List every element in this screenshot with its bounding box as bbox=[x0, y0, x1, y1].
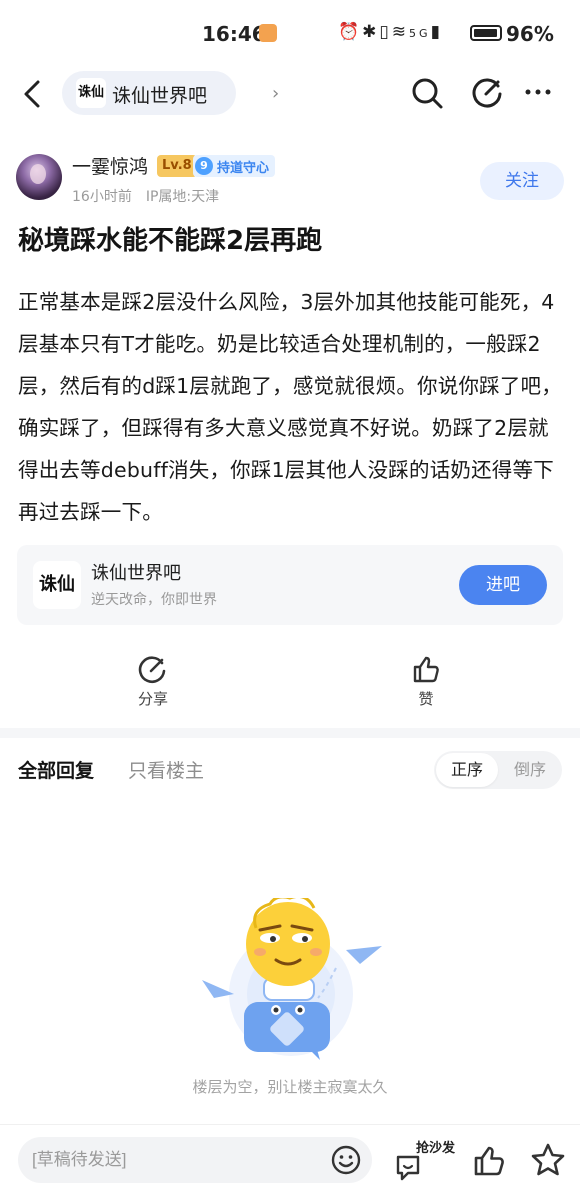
sort-desc-button[interactable]: 倒序 bbox=[500, 753, 560, 787]
grab-sofa-button[interactable]: 抢沙发 bbox=[394, 1137, 458, 1185]
forum-card-name: 诛仙世界吧 bbox=[91, 563, 181, 584]
empty-floor-illustration bbox=[202, 898, 382, 1060]
edit-icon[interactable] bbox=[472, 76, 504, 108]
post-actions: 分享 赞 bbox=[0, 650, 580, 716]
ip-location: IP属地:天津 bbox=[145, 189, 220, 205]
forum-pill[interactable]: 诛仙 诛仙世界吧 › bbox=[62, 71, 279, 115]
forum-name: 诛仙世界吧 bbox=[112, 85, 208, 107]
chevron-right-icon: › bbox=[272, 83, 280, 104]
author-name[interactable]: 一霎惊鸿 bbox=[72, 152, 148, 179]
like-label: 赞 bbox=[418, 690, 434, 708]
bottom-like-icon[interactable] bbox=[472, 1143, 506, 1177]
search-icon[interactable] bbox=[410, 76, 444, 110]
guard-badge: 9 持道守心 bbox=[193, 155, 275, 177]
back-icon[interactable] bbox=[18, 76, 48, 112]
avatar[interactable] bbox=[16, 154, 62, 200]
emoji-icon[interactable] bbox=[330, 1144, 362, 1176]
empty-state-text: 楼层为空，别让楼主寂寞太久 bbox=[192, 1078, 388, 1096]
top-nav: 诛仙 诛仙世界吧 › bbox=[0, 64, 580, 124]
status-icons: ⏰✱▯≋5G▮ bbox=[338, 22, 443, 42]
share-icon bbox=[138, 656, 166, 684]
tab-op-only[interactable]: 只看楼主 bbox=[128, 756, 204, 783]
sort-asc-button[interactable]: 正序 bbox=[436, 753, 498, 787]
post-title: 秘境踩水能不能踩2层再跑 bbox=[18, 226, 323, 256]
post-meta: 16小时前 IP属地:天津 bbox=[72, 186, 233, 206]
forum-card-logo: 诛仙 bbox=[33, 561, 81, 609]
signal-label: 5G bbox=[409, 27, 431, 40]
share-label: 分享 bbox=[137, 690, 168, 708]
shield-icon bbox=[259, 24, 277, 42]
thumbs-up-icon bbox=[413, 656, 439, 683]
guard-label: 持道守心 bbox=[217, 161, 270, 176]
vibrate-icon: ▯ bbox=[379, 22, 392, 42]
reply-input[interactable] bbox=[32, 1145, 322, 1175]
post-time: 16小时前 bbox=[72, 189, 132, 205]
reply-input-box[interactable] bbox=[18, 1137, 372, 1183]
sort-order-toggle: 正序 倒序 bbox=[434, 751, 562, 789]
battery-percent: 96% bbox=[506, 22, 554, 46]
signal-icon: ▮ bbox=[430, 22, 443, 42]
forum-card-slogan: 逆天改命，你即世界 bbox=[91, 592, 217, 608]
grab-sofa-label: 抢沙发 bbox=[416, 1141, 456, 1156]
bottom-bar: 抢沙发 bbox=[0, 1124, 580, 1196]
wifi-icon: ≋ bbox=[391, 22, 410, 42]
enter-forum-button[interactable]: 进吧 bbox=[459, 565, 547, 605]
level-badge: Lv.8 bbox=[157, 155, 197, 177]
follow-button[interactable]: 关注 bbox=[480, 162, 564, 200]
bluetooth-icon: ✱ bbox=[362, 22, 380, 42]
share-button[interactable]: 分享 bbox=[113, 650, 193, 716]
alarm-icon: ⏰ bbox=[338, 22, 363, 42]
tab-all-replies[interactable]: 全部回复 bbox=[18, 756, 94, 783]
battery-icon bbox=[470, 25, 502, 41]
post-body: 正常基本是踩2层没什么风险，3层外加其他技能可能死，4层基本只有T才能吃。奶是比… bbox=[18, 290, 562, 524]
forum-logo: 诛仙 bbox=[76, 78, 106, 108]
forum-card[interactable]: 诛仙 诛仙世界吧 逆天改命，你即世界 进吧 bbox=[17, 545, 563, 625]
section-divider bbox=[0, 728, 580, 738]
more-icon[interactable] bbox=[522, 76, 554, 108]
star-icon[interactable] bbox=[530, 1143, 566, 1177]
status-time: 16:46 bbox=[202, 22, 266, 46]
post-author: 一霎惊鸿 Lv.8 9 持道守心 16小时前 IP属地:天津 关注 bbox=[0, 146, 580, 212]
reply-tabs: 全部回复 只看楼主 正序 倒序 bbox=[0, 748, 580, 792]
guard-level: 9 bbox=[195, 157, 213, 175]
status-bar: 16:46 ⏰✱▯≋5G▮ 96% bbox=[0, 0, 580, 64]
like-post-button[interactable]: 赞 bbox=[386, 650, 466, 716]
